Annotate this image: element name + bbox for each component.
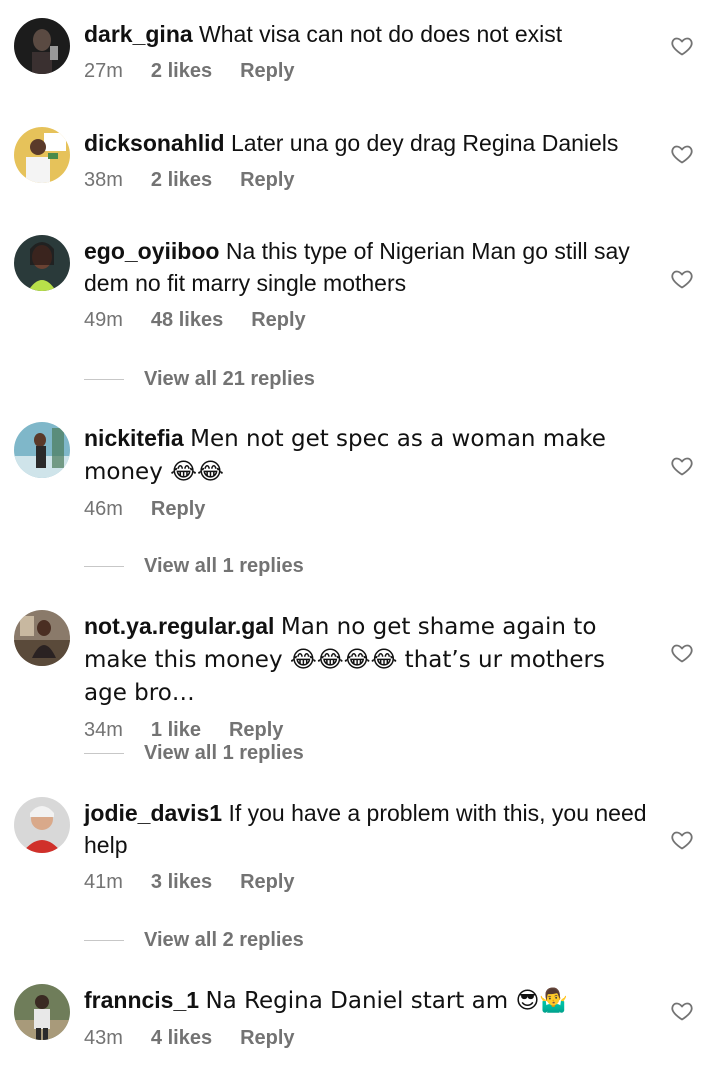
comment-text-block: not.ya.regular.gal Man no get shame agai… — [84, 610, 650, 709]
divider-line — [84, 378, 124, 380]
avatar[interactable] — [14, 610, 70, 666]
comment-meta: 41m 3 likes Reply — [84, 869, 650, 895]
likes-count[interactable]: 4 likes — [151, 1025, 212, 1051]
heart-outline-icon[interactable] — [670, 454, 694, 478]
username[interactable]: ego_oyiiboo — [84, 238, 219, 264]
username[interactable]: dicksonahlid — [84, 130, 225, 156]
comment-meta: 49m 48 likes Reply — [84, 307, 650, 333]
comment-meta: 46m Reply — [84, 496, 650, 522]
view-replies-label[interactable]: View all 21 replies — [144, 368, 315, 391]
avatar[interactable] — [14, 797, 70, 853]
comment-text: What visa can not do does not exist — [199, 21, 563, 47]
view-replies-button[interactable]: View all 2 replies — [84, 927, 304, 953]
comment-text: Later una go dey drag Regina Daniels — [230, 130, 619, 156]
divider-line — [84, 939, 124, 941]
avatar[interactable] — [14, 18, 70, 74]
reply-button[interactable]: Reply — [240, 167, 294, 193]
comment-text-block: dark_gina What visa can not do does not … — [84, 18, 650, 50]
timestamp: 49m — [84, 309, 123, 331]
comment-meta: 27m 2 likes Reply — [84, 58, 650, 84]
username[interactable]: jodie_davis1 — [84, 800, 222, 826]
heart-outline-icon[interactable] — [670, 142, 694, 166]
divider-line — [84, 752, 124, 754]
heart-outline-icon[interactable] — [670, 267, 694, 291]
timestamp: 41m — [84, 871, 123, 893]
timestamp: 27m — [84, 60, 123, 82]
view-replies-label[interactable]: View all 1 replies — [144, 742, 304, 765]
avatar[interactable] — [14, 984, 70, 1040]
likes-count[interactable]: 48 likes — [151, 307, 223, 333]
heart-outline-icon[interactable] — [670, 34, 694, 58]
timestamp: 38m — [84, 169, 123, 191]
comment-text-block: jodie_davis1 If you have a problem with … — [84, 797, 650, 861]
view-replies-button[interactable]: View all 1 replies — [84, 740, 304, 766]
heart-outline-icon[interactable] — [670, 999, 694, 1023]
username[interactable]: dark_gina — [84, 21, 193, 47]
view-replies-label[interactable]: View all 2 replies — [144, 929, 304, 952]
timestamp: 43m — [84, 1027, 123, 1049]
comment-meta: 38m 2 likes Reply — [84, 167, 650, 193]
reply-button[interactable]: Reply — [251, 307, 305, 333]
comment-text-block: dicksonahlid Later una go dey drag Regin… — [84, 127, 650, 159]
likes-count[interactable]: 2 likes — [151, 167, 212, 193]
reply-button[interactable]: Reply — [240, 1025, 294, 1051]
heart-outline-icon[interactable] — [670, 828, 694, 852]
comment-text-block: franncis_1 Na Regina Daniel start am 😎🤷‍… — [84, 984, 650, 1017]
reply-button[interactable]: Reply — [151, 496, 205, 522]
view-replies-button[interactable]: View all 21 replies — [84, 366, 315, 392]
comment-text-block: nickitefia Men not get spec as a woman m… — [84, 422, 650, 488]
avatar[interactable] — [14, 127, 70, 183]
comment-text: Na Regina Daniel start am 😎🤷‍♂️ — [205, 988, 569, 1014]
username[interactable]: franncis_1 — [84, 987, 199, 1013]
view-replies-button[interactable]: View all 1 replies — [84, 553, 304, 579]
avatar[interactable] — [14, 422, 70, 478]
username[interactable]: nickitefia — [84, 425, 184, 451]
view-replies-label[interactable]: View all 1 replies — [144, 555, 304, 578]
divider-line — [84, 565, 124, 567]
avatar[interactable] — [14, 235, 70, 291]
likes-count[interactable]: 3 likes — [151, 869, 212, 895]
reply-button[interactable]: Reply — [240, 58, 294, 84]
comment-text-block: ego_oyiiboo Na this type of Nigerian Man… — [84, 235, 650, 299]
comment-meta: 43m 4 likes Reply — [84, 1025, 650, 1051]
reply-button[interactable]: Reply — [240, 869, 294, 895]
username[interactable]: not.ya.regular.gal — [84, 613, 274, 639]
likes-count[interactable]: 2 likes — [151, 58, 212, 84]
timestamp: 46m — [84, 498, 123, 520]
heart-outline-icon[interactable] — [670, 641, 694, 665]
